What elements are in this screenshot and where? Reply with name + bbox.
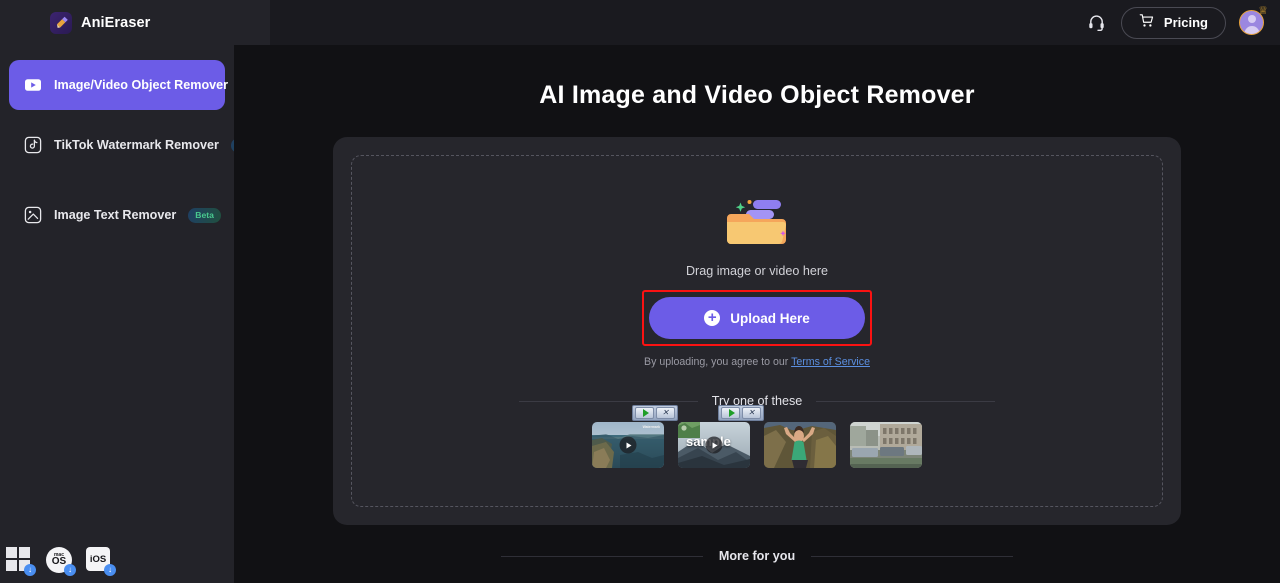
headset-icon[interactable] (1086, 12, 1108, 34)
sample-image-city-street (850, 422, 922, 468)
anieraser-logo-icon (50, 11, 72, 34)
pricing-button[interactable]: Pricing (1120, 6, 1226, 39)
sample-thumbnail[interactable] (850, 422, 922, 468)
divider-line-left (519, 400, 698, 402)
divider-line-right (811, 555, 1014, 557)
terms-prefix: By uploading, you agree to our (644, 356, 792, 368)
plus-circle-icon: + (704, 310, 721, 326)
more-for-you-label: More for you (718, 549, 796, 563)
close-button-icon[interactable]: ✕ (742, 407, 761, 419)
header-actions: Pricing ♕ (270, 0, 1280, 45)
upload-card: Drag image or video here + Upload Here B… (333, 137, 1181, 525)
avatar[interactable]: ♕ (1239, 6, 1268, 35)
download-arrow-icon: ↓ (64, 564, 76, 576)
dropzone[interactable]: Drag image or video here + Upload Here B… (351, 155, 1163, 507)
sidebar-item-label: Image/Video Object Remover (54, 78, 229, 92)
app-root: AniEraser Pricing ♕ Image/Video Object R… (0, 0, 1280, 583)
pricing-label: Pricing (1163, 15, 1208, 30)
play-button-icon[interactable] (635, 407, 654, 419)
divider-line-right (816, 400, 996, 402)
main-content: AI Image and Video Object Remover Drag i… (234, 45, 1280, 583)
sample-thumbnail-list: Watermark ✕ ✕ (592, 405, 922, 468)
play-button-icon[interactable] (721, 407, 740, 419)
play-icon (619, 436, 637, 454)
sidebar-item-image-text-remover[interactable]: Image Text Remover Beta (9, 190, 225, 240)
play-icon (705, 436, 723, 454)
image-text-icon (24, 206, 42, 224)
video-control-widget[interactable]: ✕ (718, 405, 764, 421)
sidebar-item-label: TikTok Watermark Remover (54, 138, 219, 152)
ios-download-button[interactable]: iOS ↓ (86, 547, 116, 576)
video-play-icon (24, 76, 42, 94)
download-arrow-icon: ↓ (104, 564, 116, 576)
sidebar: Image/Video Object Remover TikTok Waterm… (0, 45, 264, 583)
close-button-icon[interactable]: ✕ (656, 407, 675, 419)
sample-thumbnail[interactable]: Watermark ✕ (592, 405, 678, 468)
upload-here-button[interactable]: + Upload Here (649, 297, 865, 339)
status-badge: Beta (188, 207, 221, 223)
sidebar-item-label: Image Text Remover (54, 208, 177, 222)
upload-highlight-box: + Upload Here (642, 290, 872, 346)
sidebar-item-image-video-object-remover[interactable]: Image/Video Object Remover (9, 60, 229, 110)
shopping-cart-icon (1139, 13, 1155, 32)
windows-download-button[interactable]: ↓ (6, 547, 36, 576)
macos-icon-label: OS (51, 556, 67, 567)
more-for-you-divider: More for you (501, 549, 1014, 563)
sample-thumbnail[interactable]: sample ✕ (678, 405, 764, 468)
macos-download-button[interactable]: mac OS ↓ (46, 547, 76, 576)
platform-download-bar: ↓ mac OS ↓ iOS ↓ (6, 547, 116, 576)
page-title: AI Image and Video Object Remover (539, 81, 975, 109)
upload-button-label: Upload Here (730, 310, 810, 326)
divider-line-left (501, 555, 703, 557)
video-control-widget[interactable]: ✕ (632, 405, 678, 421)
drag-hint-text: Drag image or video here (685, 264, 829, 278)
top-header: AniEraser Pricing ♕ (0, 0, 1280, 45)
open-folder-upload-icon (721, 194, 793, 252)
tiktok-note-icon (24, 136, 42, 154)
sample-image-woman-rocks (764, 422, 836, 468)
sample-thumbnail[interactable] (764, 422, 836, 468)
terms-of-service-link[interactable]: Terms of Service (791, 356, 870, 368)
terms-notice: By uploading, you agree to our Terms of … (644, 356, 870, 368)
app-name: AniEraser (81, 14, 151, 31)
sidebar-item-tiktok-watermark-remover[interactable]: TikTok Watermark Remover Beta (9, 120, 264, 170)
crown-icon: ♕ (1258, 5, 1268, 17)
brand-area: AniEraser (0, 0, 270, 45)
download-arrow-icon: ↓ (24, 564, 36, 576)
sample-watermark-label: Watermark (642, 425, 660, 429)
